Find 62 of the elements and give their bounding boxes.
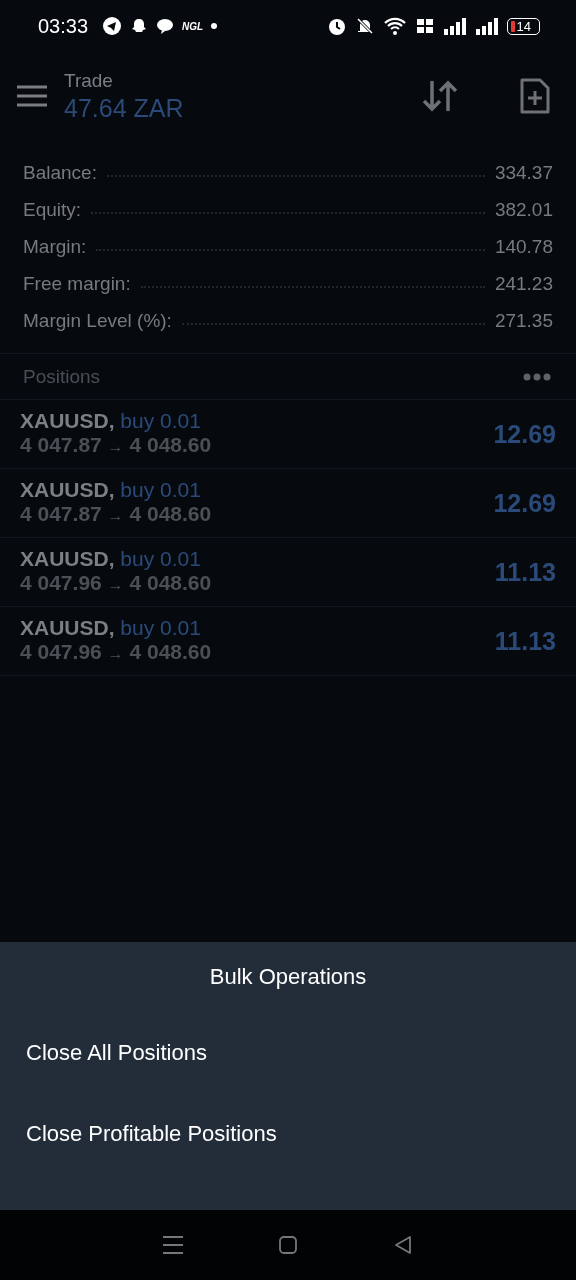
summary-value: 334.37 (494, 161, 553, 184)
arrow-glyph: → (107, 576, 124, 593)
summary-value: 241.23 (494, 272, 553, 295)
signal-icon (442, 17, 467, 35)
summary-value: 271.35 (494, 309, 553, 332)
order-type: buy 0.01 (120, 547, 201, 570)
signal-icon (474, 17, 499, 35)
summary-label: Balance: (23, 161, 97, 184)
open-price: 4 047.87 (20, 502, 102, 525)
sort-icon[interactable] (421, 79, 459, 113)
arrow-glyph: → (107, 507, 124, 524)
current-price: 4 048.60 (129, 433, 212, 456)
open-price: 4 047.87 (20, 433, 102, 456)
screen-title: Trade (64, 69, 114, 92)
back-icon[interactable] (392, 1235, 413, 1255)
position-profit: 11.13 (494, 557, 556, 587)
position-row[interactable]: XAUUSD, buy 0.01 4 047.96 → 4 048.60 11.13 (0, 538, 576, 607)
menu-item[interactable]: Close Profitable Positions (0, 1121, 303, 1147)
current-price: 4 048.60 (129, 571, 212, 594)
summary-value: 140.78 (494, 235, 553, 258)
position-row[interactable]: XAUUSD, buy 0.01 4 047.96 → 4 048.60 11.13 (0, 607, 576, 676)
more-icon[interactable] (523, 372, 551, 381)
section-title: Positions (23, 365, 101, 388)
symbol: XAUUSD, (20, 409, 115, 432)
position-row[interactable]: XAUUSD, buy 0.01 4 047.87 → 4 048.60 12.69 (0, 469, 576, 538)
open-price: 4 047.96 (20, 571, 102, 594)
account-profit: 47.64 ZAR (64, 93, 184, 123)
position-profit: 12.69 (493, 419, 556, 449)
summary-value: 382.01 (494, 198, 553, 221)
menu-icon[interactable] (17, 85, 47, 107)
dot-icon (211, 23, 218, 29)
symbol: XAUUSD, (20, 478, 115, 501)
current-price: 4 048.60 (129, 502, 212, 525)
symbol: XAUUSD, (20, 547, 115, 570)
position-row[interactable]: XAUUSD, buy 0.01 4 047.87 → 4 048.60 12.69 (0, 400, 576, 469)
status-time: 03:33 (38, 14, 89, 38)
position-profit: 12.69 (493, 488, 556, 518)
chat-icon (156, 17, 175, 35)
wifi-icon (382, 16, 407, 36)
app-notification-label: NGL (182, 20, 204, 32)
alarm-icon (326, 16, 347, 36)
order-type: buy 0.01 (120, 409, 201, 432)
summary-label: Free margin: (23, 272, 131, 295)
symbol: XAUUSD, (20, 616, 115, 639)
order-type: buy 0.01 (120, 616, 201, 639)
summary-label: Margin: (23, 235, 87, 258)
ghost-icon (130, 17, 149, 35)
home-icon[interactable] (278, 1235, 298, 1255)
new-document-icon[interactable] (520, 78, 550, 114)
arrow-glyph: → (107, 645, 124, 662)
open-price: 4 047.96 (20, 640, 102, 663)
summary-label: Equity: (23, 198, 82, 221)
sheet-title: Bulk Operations (209, 964, 367, 990)
summary-label: Margin Level (%): (23, 309, 172, 332)
position-profit: 11.13 (494, 626, 556, 656)
muted-bell-icon (354, 16, 375, 36)
order-type: buy 0.01 (120, 478, 201, 501)
arrow-glyph: → (107, 438, 124, 455)
battery-indicator: 14 (506, 17, 540, 35)
current-price: 4 048.60 (129, 640, 212, 663)
recents-icon[interactable] (163, 1236, 184, 1254)
menu-item[interactable]: Close All Positions (0, 1040, 233, 1066)
